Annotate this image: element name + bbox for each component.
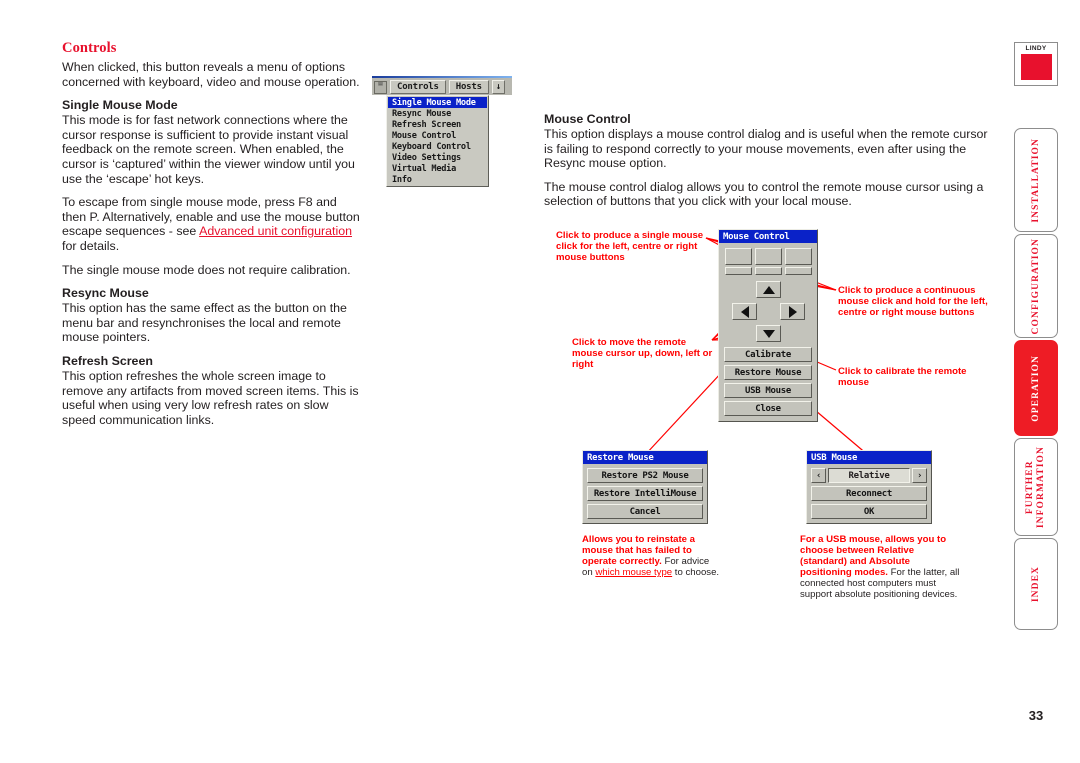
menu-item-refresh-screen[interactable]: Refresh Screen (388, 119, 487, 130)
right-hold-button[interactable] (784, 267, 812, 275)
menu-item-single-mouse-mode[interactable]: Single Mouse Mode (388, 97, 487, 108)
restore-mouse-dialog-title: Restore Mouse (583, 451, 707, 464)
reconnect-button[interactable]: Reconnect (811, 486, 927, 501)
restore-intellimouse-button[interactable]: Restore IntelliMouse (587, 486, 703, 501)
brand-logo: LINDY (1014, 42, 1058, 86)
menubar-button-controls[interactable]: Controls (390, 80, 446, 94)
usb-mouse-button[interactable]: USB Mouse (724, 383, 812, 398)
logo-square-icon (1020, 54, 1052, 80)
right-text-column: Mouse Control This option displays a mou… (544, 112, 996, 218)
callout-single-click: Click to produce a single mouse click fo… (556, 230, 704, 263)
paragraph-resync-mouse: This option has the same effect as the b… (62, 301, 347, 345)
mouse-control-dialog-title: Mouse Control (719, 230, 817, 243)
menu-item-keyboard-control[interactable]: Keyboard Control (388, 141, 487, 152)
callout-move-cursor: Click to move the remote mouse cursor up… (572, 337, 713, 370)
controls-menu-screenshot: ▤ Controls Hosts ↓ Single Mouse Mode Res… (372, 76, 512, 187)
sidebar-item-index[interactable]: INDEX (1014, 538, 1058, 630)
menu-item-resync-mouse[interactable]: Resync Mouse (388, 108, 487, 119)
menubar-button-more[interactable]: ↓ (491, 80, 506, 94)
previous-mode-icon[interactable]: ‹ (811, 468, 826, 483)
left-click-button[interactable] (724, 248, 752, 265)
intro-paragraph: When clicked, this button reveals a menu… (62, 60, 360, 89)
restore-mouse-dialog: Restore Mouse Restore PS2 Mouse Restore … (582, 450, 708, 524)
paragraph-mouse-control-1: This option displays a mouse control dia… (544, 127, 988, 171)
paragraph-refresh-screen: This option refreshes the whole screen i… (62, 368, 359, 427)
heading-refresh-screen: Refresh Screen (62, 353, 153, 368)
usb-mode-value: Relative (828, 468, 910, 483)
viewer-menu-bar: ▤ Controls Hosts ↓ (372, 76, 512, 95)
cancel-button[interactable]: Cancel (587, 504, 703, 519)
calibrate-button[interactable]: Calibrate (724, 347, 812, 362)
manual-page: Controls When clicked, this button revea… (0, 0, 1080, 763)
controls-dropdown-menu: Single Mouse Mode Resync Mouse Refresh S… (386, 95, 489, 187)
move-down-button[interactable] (756, 325, 781, 342)
close-button[interactable]: Close (724, 401, 812, 416)
ok-button[interactable]: OK (811, 504, 927, 519)
page-title: Controls (62, 40, 117, 56)
next-mode-icon[interactable]: › (912, 468, 927, 483)
centre-click-button[interactable] (754, 248, 782, 265)
paragraph-calibration-note: The single mouse mode does not require c… (62, 262, 351, 277)
section-tabs: INSTALLATION CONFIGURATION OPERATION FUR… (1014, 128, 1058, 632)
link-which-mouse-type[interactable]: which mouse type (595, 567, 672, 578)
heading-resync-mouse: Resync Mouse (62, 286, 149, 301)
restore-ps2-mouse-button[interactable]: Restore PS2 Mouse (587, 468, 703, 483)
direction-pad (724, 281, 812, 343)
left-text-column: Controls When clicked, this button revea… (62, 40, 362, 436)
sidebar-item-configuration[interactable]: CONFIGURATION (1014, 234, 1058, 338)
menu-item-virtual-media[interactable]: Virtual Media (388, 163, 487, 174)
paragraph-escape: To escape from single mouse mode, press … (62, 195, 362, 253)
tab-label-configuration: CONFIGURATION (1030, 237, 1041, 335)
restore-mouse-button[interactable]: Restore Mouse (724, 365, 812, 380)
heading-single-mouse-mode: Single Mouse Mode (62, 98, 178, 113)
sidebar-item-installation[interactable]: INSTALLATION (1014, 128, 1058, 232)
menu-item-video-settings[interactable]: Video Settings (388, 152, 487, 163)
settings-icon[interactable]: ▤ (374, 80, 387, 94)
mouse-hold-button-row (724, 267, 812, 275)
logo-wordmark: LINDY (1025, 45, 1047, 52)
lindy-logo: LINDY (1014, 42, 1058, 86)
usb-mode-selector: ‹ Relative › (811, 468, 927, 483)
usb-mouse-dialog-title: USB Mouse (807, 451, 931, 464)
down-arrow-icon (762, 329, 775, 338)
paragraph-single-mouse-mode: This mode is for fast network connection… (62, 113, 355, 186)
move-up-button[interactable] (756, 281, 781, 298)
caption-restore-post: to choose. (672, 567, 720, 578)
heading-mouse-control: Mouse Control (544, 112, 631, 126)
tab-label-further-information: FURTHER INFORMATION (1025, 445, 1046, 529)
escape-text-post: for details. (62, 238, 120, 253)
right-click-button[interactable] (784, 248, 812, 265)
callout-continuous-click: Click to produce a continuous mouse clic… (838, 285, 988, 318)
tab-label-operation: OPERATION (1030, 354, 1041, 422)
tab-label-installation: INSTALLATION (1030, 137, 1041, 223)
sidebar-item-operation[interactable]: OPERATION (1014, 340, 1058, 436)
mouse-click-button-row (724, 248, 812, 265)
link-advanced-unit-configuration[interactable]: Advanced unit configuration (199, 224, 352, 238)
page-number: 33 (1028, 708, 1044, 723)
caption-restore-mouse: Allows you to reinstate a mouse that has… (582, 534, 722, 578)
usb-mouse-dialog: USB Mouse ‹ Relative › Reconnect OK (806, 450, 932, 524)
menubar-button-hosts[interactable]: Hosts (448, 80, 489, 94)
sidebar-item-further-information[interactable]: FURTHER INFORMATION (1014, 438, 1058, 536)
left-arrow-icon (740, 305, 749, 318)
mouse-control-dialog: Mouse Control Calibrate Restore Mouse US… (718, 229, 818, 422)
move-right-button[interactable] (780, 303, 805, 320)
menu-item-info[interactable]: Info (388, 174, 487, 185)
menu-item-mouse-control[interactable]: Mouse Control (388, 130, 487, 141)
up-arrow-icon (762, 285, 775, 294)
centre-hold-button[interactable] (754, 267, 782, 275)
callout-calibrate: Click to calibrate the remote mouse (838, 366, 967, 388)
paragraph-mouse-control-2: The mouse control dialog allows you to c… (544, 179, 984, 209)
caption-usb-mouse: For a USB mouse, allows you to choose be… (800, 534, 960, 600)
move-left-button[interactable] (732, 303, 757, 320)
right-arrow-icon (788, 305, 797, 318)
tab-label-index: INDEX (1030, 565, 1041, 603)
left-hold-button[interactable] (724, 267, 752, 275)
